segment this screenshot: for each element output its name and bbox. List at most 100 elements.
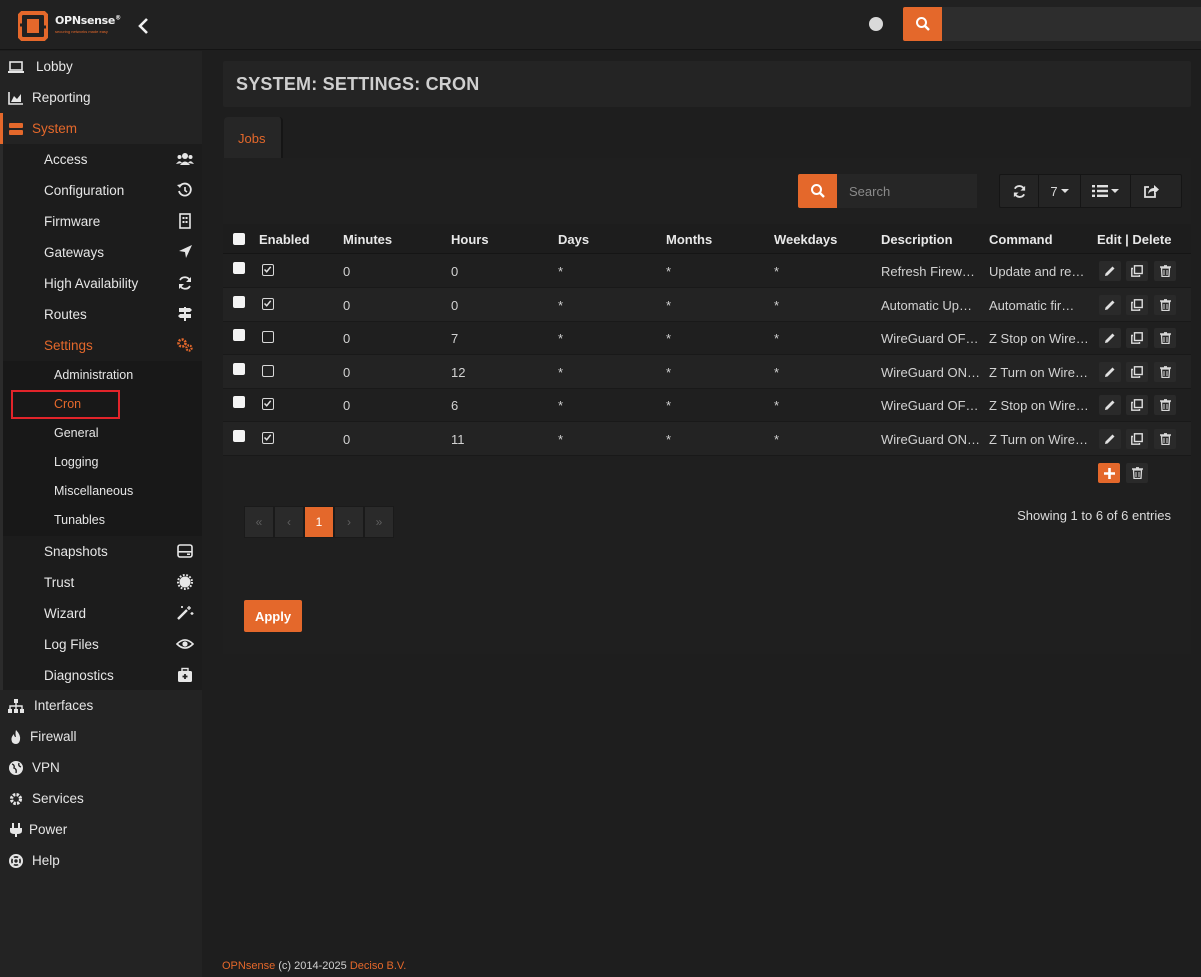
sidebar-item-logging[interactable]: Logging xyxy=(3,448,202,477)
delete-button[interactable] xyxy=(1154,395,1176,415)
cell-description: WireGuard OF… xyxy=(881,398,979,413)
sidebar-item-wizard[interactable]: Wizard xyxy=(3,598,202,629)
cell-minutes: 0 xyxy=(343,264,351,279)
edit-button[interactable] xyxy=(1099,362,1121,382)
sidebar-item-gateways[interactable]: Gateways xyxy=(3,237,202,268)
sidebar-item-interfaces[interactable]: Interfaces xyxy=(0,690,202,721)
cell-minutes: 0 xyxy=(343,298,351,313)
sidebar-item-system[interactable]: System xyxy=(0,113,202,144)
edit-button[interactable] xyxy=(1099,429,1121,449)
sidebar-item-access[interactable]: Access xyxy=(3,144,202,175)
delete-button[interactable] xyxy=(1154,362,1176,382)
pagination-next[interactable]: › xyxy=(334,506,364,538)
sidebar-item-lobby[interactable]: Lobby xyxy=(0,51,202,82)
add-job-button[interactable] xyxy=(1098,463,1120,483)
sitemap-icon xyxy=(8,699,24,713)
globe-icon xyxy=(9,761,23,775)
copy-button[interactable] xyxy=(1126,295,1148,315)
column-header-enabled[interactable]: Enabled xyxy=(259,232,310,247)
pagination-page-1[interactable]: 1 xyxy=(304,506,334,538)
column-header-description[interactable]: Description xyxy=(881,232,953,247)
column-header-hours[interactable]: Hours xyxy=(451,232,489,247)
column-selection-dropdown[interactable] xyxy=(1080,175,1130,207)
footer-brand-link[interactable]: OPNsense xyxy=(222,960,275,972)
sidebar-item-snapshots[interactable]: Snapshots xyxy=(3,536,202,567)
pagination-last[interactable]: » xyxy=(364,506,394,538)
grid-search-input[interactable] xyxy=(837,174,977,208)
sidebar-item-log-files[interactable]: Log Files xyxy=(3,629,202,660)
grid-search-button[interactable] xyxy=(798,174,837,208)
brand-name: OPNsense® xyxy=(55,14,121,27)
clone-icon xyxy=(1131,299,1143,311)
sidebar-item-help[interactable]: Help xyxy=(0,845,202,876)
copy-button[interactable] xyxy=(1126,395,1148,415)
users-icon xyxy=(176,153,194,165)
sidebar-item-general[interactable]: General xyxy=(3,419,202,448)
row-select-checkbox[interactable] xyxy=(233,396,245,408)
tab-jobs[interactable]: Jobs xyxy=(224,117,283,159)
sidebar-item-administration[interactable]: Administration xyxy=(3,361,202,390)
sidebar-item-power[interactable]: Power xyxy=(0,814,202,845)
column-header-months[interactable]: Months xyxy=(666,232,712,247)
delete-button[interactable] xyxy=(1154,328,1176,348)
status-indicator[interactable] xyxy=(869,17,883,31)
table-row: 0 11 * * * WireGuard ON… Z Turn on Wire… xyxy=(223,422,1191,456)
pagination-prev[interactable]: ‹ xyxy=(274,506,304,538)
column-header-days[interactable]: Days xyxy=(558,232,589,247)
sidebar-item-routes[interactable]: Routes xyxy=(3,299,202,330)
top-search-input[interactable] xyxy=(942,7,1201,41)
sidebar-item-firmware[interactable]: Firmware xyxy=(3,206,202,237)
sidebar-item-trust[interactable]: Trust xyxy=(3,567,202,598)
top-search-button[interactable] xyxy=(903,7,942,41)
cell-hours: 0 xyxy=(451,264,459,279)
brand-tagline: securing networks made easy xyxy=(55,29,108,34)
column-header-weekdays[interactable]: Weekdays xyxy=(774,232,837,247)
enabled-checked-icon xyxy=(262,398,274,410)
copy-button[interactable] xyxy=(1126,261,1148,281)
opnsense-logo[interactable]: OPNsense® securing networks made easy xyxy=(18,10,128,42)
row-select-checkbox[interactable] xyxy=(233,329,245,341)
export-button[interactable] xyxy=(1130,175,1170,207)
delete-button[interactable] xyxy=(1154,295,1176,315)
sidebar-item-diagnostics[interactable]: Diagnostics xyxy=(3,660,202,691)
copy-button[interactable] xyxy=(1126,429,1148,449)
edit-button[interactable] xyxy=(1099,395,1121,415)
sidebar-item-services[interactable]: Services xyxy=(0,783,202,814)
trash-icon xyxy=(1159,433,1171,445)
cell-weekdays: * xyxy=(774,264,780,279)
laptop-icon xyxy=(8,61,24,73)
collapse-sidebar-button[interactable] xyxy=(134,15,154,37)
sidebar-item-settings[interactable]: Settings xyxy=(3,330,202,361)
apply-button[interactable]: Apply xyxy=(244,600,302,632)
footer-company-link[interactable]: Deciso B.V. xyxy=(350,960,406,972)
column-header-minutes[interactable]: Minutes xyxy=(343,232,392,247)
delete-button[interactable] xyxy=(1154,429,1176,449)
sidebar-item-miscellaneous[interactable]: Miscellaneous xyxy=(3,477,202,506)
refresh-button[interactable] xyxy=(1000,175,1038,207)
history-icon xyxy=(177,182,192,197)
sidebar-item-vpn[interactable]: VPN xyxy=(0,752,202,783)
row-select-checkbox[interactable] xyxy=(233,262,245,274)
edit-button[interactable] xyxy=(1099,295,1121,315)
page-size-dropdown[interactable]: 7 xyxy=(1038,175,1080,207)
sidebar-item-high-availability[interactable]: High Availability xyxy=(3,268,202,299)
delete-selected-button[interactable] xyxy=(1126,463,1148,483)
cell-description: WireGuard ON… xyxy=(881,365,980,380)
sidebar-item-reporting[interactable]: Reporting xyxy=(0,82,202,113)
row-select-checkbox[interactable] xyxy=(233,430,245,442)
sidebar-item-firewall[interactable]: Firewall xyxy=(0,721,202,752)
sidebar-item-tunables[interactable]: Tunables xyxy=(3,506,202,535)
copy-button[interactable] xyxy=(1126,328,1148,348)
enabled-checked-icon xyxy=(262,432,274,444)
edit-button[interactable] xyxy=(1099,328,1121,348)
row-select-checkbox[interactable] xyxy=(233,363,245,375)
delete-button[interactable] xyxy=(1154,261,1176,281)
pagination-first[interactable]: « xyxy=(244,506,274,538)
edit-button[interactable] xyxy=(1099,261,1121,281)
select-all-checkbox[interactable] xyxy=(233,233,245,245)
page-size-value: 7 xyxy=(1050,183,1058,199)
row-select-checkbox[interactable] xyxy=(233,296,245,308)
column-header-command[interactable]: Command xyxy=(989,232,1053,247)
sidebar-item-configuration[interactable]: Configuration xyxy=(3,175,202,206)
copy-button[interactable] xyxy=(1126,362,1148,382)
